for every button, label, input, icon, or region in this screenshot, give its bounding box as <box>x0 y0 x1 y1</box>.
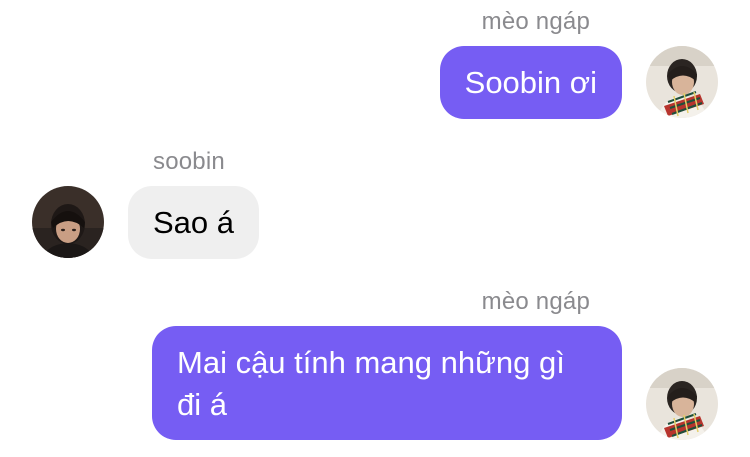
avatar-photo-plaid-scarf <box>646 46 718 118</box>
sender-name: soobin <box>153 148 225 175</box>
message-bubble-incoming[interactable]: Sao á <box>128 186 260 259</box>
avatar-photo-plaid-scarf <box>646 368 718 440</box>
contact-avatar[interactable] <box>32 186 104 258</box>
message-bubble-outgoing[interactable]: Mai cậu tính mang những gì đi á <box>152 326 622 440</box>
message-text: Soobin ơi <box>464 65 597 100</box>
sender-name: mèo ngáp <box>481 8 590 35</box>
message-bubble-outgoing[interactable]: Soobin ơi <box>439 46 622 119</box>
message-text-line: đi á <box>177 387 227 422</box>
user-avatar[interactable] <box>646 46 718 118</box>
user-avatar[interactable] <box>646 368 718 440</box>
message-text: Sao á <box>153 205 235 240</box>
avatar-photo-dark-hair <box>32 186 104 258</box>
sender-name: mèo ngáp <box>481 288 590 315</box>
message-text-line: Mai cậu tính mang những gì <box>177 345 565 380</box>
